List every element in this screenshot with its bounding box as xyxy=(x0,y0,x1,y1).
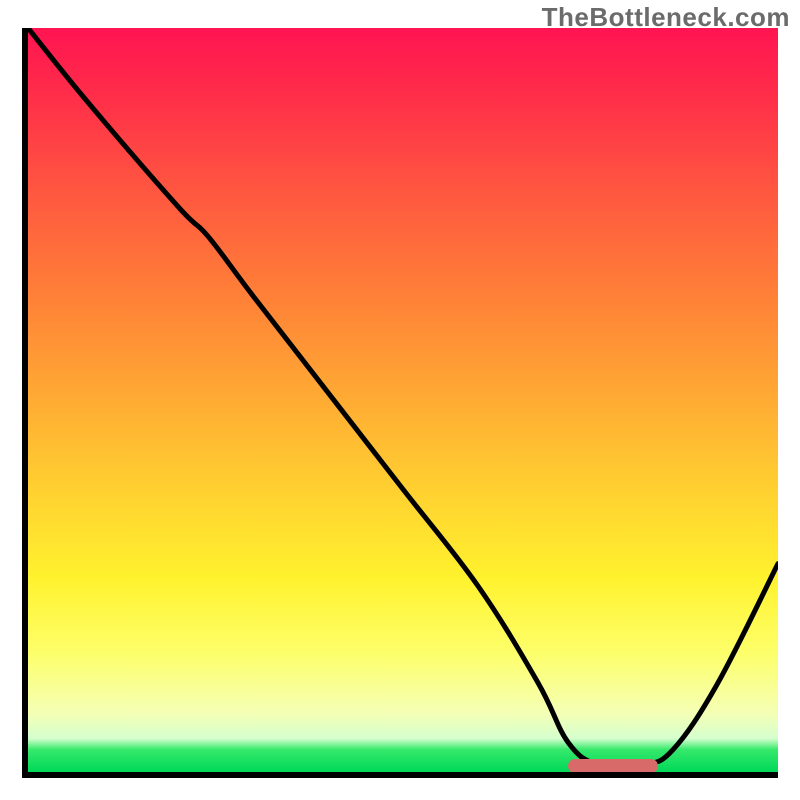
bottleneck-curve xyxy=(28,28,778,767)
curve-layer xyxy=(28,28,778,772)
optimal-range-marker xyxy=(568,759,658,773)
watermark-text: TheBottleneck.com xyxy=(542,2,790,33)
chart-stage: TheBottleneck.com xyxy=(0,0,800,800)
plot-area xyxy=(22,28,778,778)
